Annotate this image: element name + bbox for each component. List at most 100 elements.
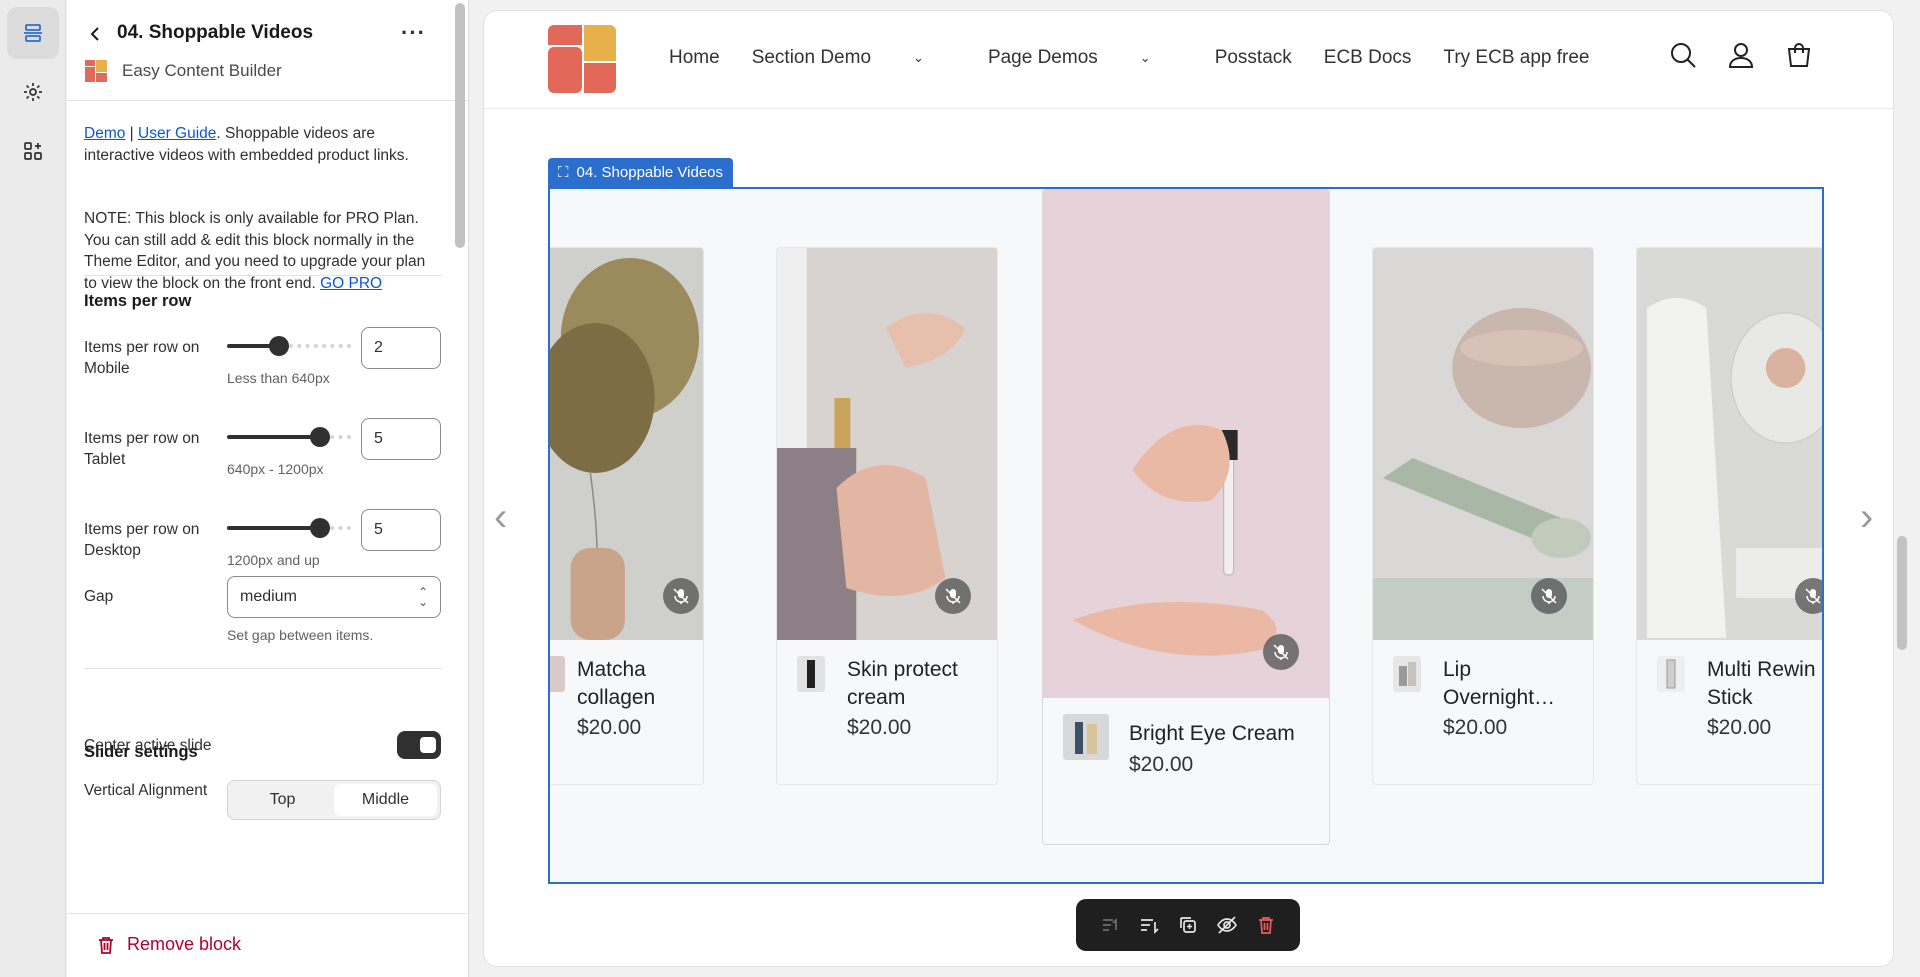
store-header: Home Section Demo ⌄ Page Demos ⌄ Posstack … [484,11,1893,109]
header-icons [1669,41,1813,69]
desktop-hint: 1200px and up [227,552,320,568]
divider [84,275,442,276]
user-guide-link[interactable]: User Guide [138,125,216,142]
video-card[interactable]: Multi Rewin Stick $20.00 [1636,247,1824,785]
nav-page-demos-label: Page Demos [987,47,1098,68]
product-thumbnail [1063,714,1109,760]
mobile-label: Items per row on Mobile [84,339,200,377]
mute-icon[interactable] [663,578,699,614]
desktop-label: Items per row on Desktop [84,521,200,559]
hide-icon[interactable] [1216,914,1238,936]
desktop-items-input[interactable]: 5 [361,509,441,551]
nav-section-demo[interactable]: Section Demo ⌄ [752,47,956,69]
product-name[interactable]: Lip Overnight… [1443,656,1583,712]
cart-icon[interactable] [1785,41,1813,69]
tablet-slider[interactable] [227,425,351,449]
tablet-items-input[interactable]: 5 [361,418,441,460]
section-badge-label: 04. Shoppable Videos [576,164,724,181]
link-separator: | [129,125,134,142]
mute-icon[interactable] [1795,578,1822,614]
mobile-hint: Less than 640px [227,370,330,386]
duplicate-icon[interactable] [1177,914,1199,936]
delete-icon[interactable] [1255,914,1277,936]
sections-icon[interactable] [7,7,59,59]
vertical-alignment-segmented: Top Middle [227,780,441,820]
tablet-label: Items per row on Tablet [84,430,200,468]
block-toolbar [1076,899,1300,951]
divider [84,668,442,669]
gap-hint: Set gap between items. [227,627,374,643]
product-thumbnail [550,656,565,692]
trash-icon [99,936,113,954]
nav-try-ecb[interactable]: Try ECB app free [1443,47,1589,69]
video-card[interactable]: Matcha collagen $20.00 [550,247,704,785]
move-up-icon[interactable] [1099,914,1121,936]
gap-select[interactable]: medium ⌃ ⌄ [227,576,441,618]
video-card-active[interactable]: Bright Eye Cream $20.00 [1042,189,1330,845]
center-active-toggle[interactable] [397,731,441,759]
shoppable-videos-section[interactable]: Matcha collagen $20.00 Skin protect crea… [548,187,1824,884]
selection-frame-icon: ⛶ [558,164,569,181]
nav-page-demos[interactable]: Page Demos ⌄ [988,47,1183,69]
remove-block-button[interactable]: Remove block [97,934,241,955]
product-name[interactable]: Multi Rewin Stick [1707,656,1822,712]
mute-icon[interactable] [935,578,971,614]
block-title: 04. Shoppable Videos [117,22,314,43]
demo-link[interactable]: Demo [84,125,125,142]
tablet-hint: 640px - 1200px [227,461,324,477]
product-thumbnail [1393,656,1421,692]
more-options-icon[interactable]: ··· [401,20,426,46]
gap-select-value: medium [240,588,297,605]
preview-scrollbar[interactable] [1897,536,1907,650]
pro-note: NOTE: This block is only available for P… [84,208,440,294]
desktop-slider[interactable] [227,516,351,540]
video-eye-cream-dropper[interactable] [1043,190,1329,698]
mute-icon[interactable] [1531,578,1567,614]
panel-scrollbar[interactable] [455,3,465,248]
product-name[interactable]: Matcha collagen [577,656,697,712]
product-price: $20.00 [1707,716,1772,739]
go-pro-link[interactable]: GO PRO [320,275,382,292]
gap-label: Gap [84,588,114,605]
settings-icon[interactable] [7,66,59,118]
product-name[interactable]: Bright Eye Cream [1129,720,1329,748]
video-card[interactable]: Skin protect cream $20.00 [776,247,998,785]
product-price: $20.00 [1129,753,1194,776]
settings-scroll-area: Demo | User Guide. Shoppable videos are … [67,101,468,913]
store-logo[interactable] [548,25,616,93]
video-towel-mirror[interactable] [1637,248,1824,640]
product-price: $20.00 [847,716,912,739]
search-icon[interactable] [1669,41,1697,69]
block-settings-panel: 04. Shoppable Videos ··· Easy Content Bu… [67,0,469,977]
section-badge[interactable]: ⛶ 04. Shoppable Videos [548,158,734,188]
vertical-alignment-label: Vertical Alignment [84,782,208,799]
nav-section-demo-label: Section Demo [751,47,872,68]
panel-footer: Remove block [67,913,468,977]
app-name: Easy Content Builder [122,61,282,80]
theme-preview: Home Section Demo ⌄ Page Demos ⌄ Posstack … [483,10,1894,967]
chevron-down-icon: ⌄ [913,50,924,65]
product-thumbnail [797,656,825,692]
mobile-items-input[interactable]: 2 [361,327,441,369]
nav-home[interactable]: Home [669,47,720,69]
mute-icon[interactable] [1263,634,1299,670]
product-thumbnail [1657,656,1685,692]
move-down-icon[interactable] [1138,914,1160,936]
apps-icon[interactable] [7,125,59,177]
slider-next-arrow-icon[interactable]: › [1860,495,1873,540]
select-chevron-icon: ⌃ ⌄ [417,585,428,609]
nav-ecb-docs[interactable]: ECB Docs [1324,47,1412,69]
slider-prev-arrow-icon[interactable]: ‹ [494,495,507,540]
items-per-row-heading: Items per row [84,292,192,310]
mobile-slider[interactable] [227,334,351,358]
panel-header: 04. Shoppable Videos ··· Easy Content Bu… [67,0,468,101]
account-icon[interactable] [1727,41,1755,69]
video-card[interactable]: Lip Overnight… $20.00 [1372,247,1594,785]
vertical-middle-option[interactable]: Middle [334,784,437,816]
back-arrow-icon[interactable] [83,22,107,46]
vertical-top-option[interactable]: Top [231,784,334,816]
remove-block-label: Remove block [127,934,242,954]
product-name[interactable]: Skin protect cream [847,656,987,712]
nav-posstack[interactable]: Posstack [1215,47,1292,69]
chevron-down-icon: ⌄ [1139,50,1151,65]
